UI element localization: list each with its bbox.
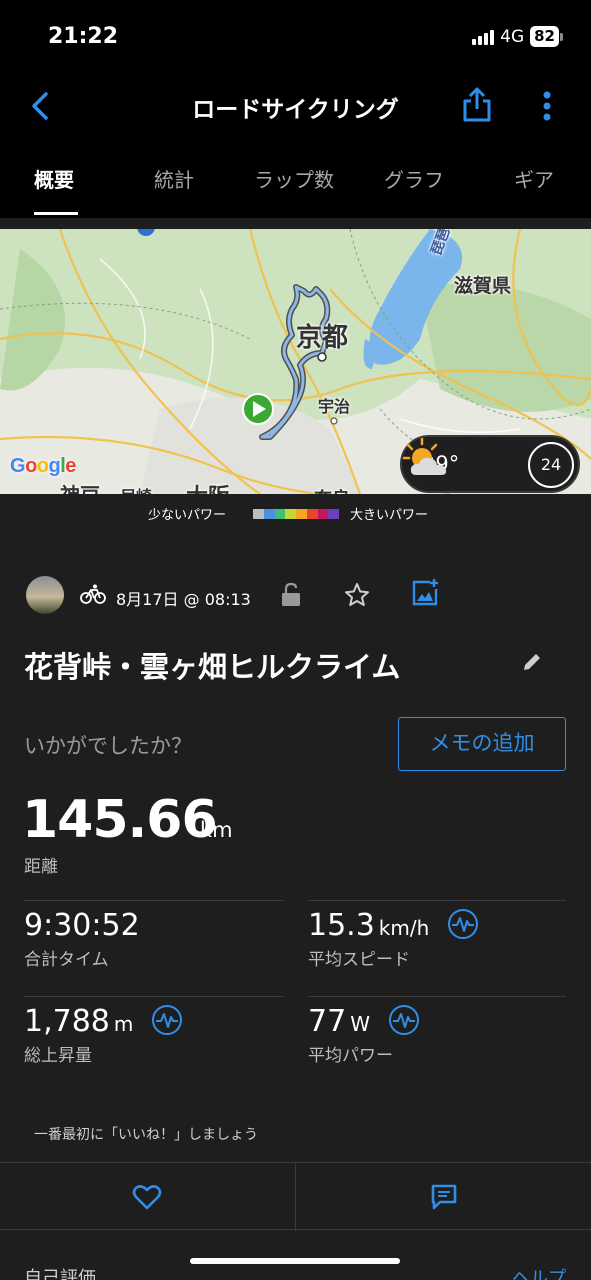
comment-icon[interactable] xyxy=(430,1183,458,1211)
tab-overview[interactable]: 概要 xyxy=(34,164,74,193)
google-logo: Google xyxy=(10,455,76,477)
divider xyxy=(24,996,284,997)
share-button[interactable] xyxy=(460,84,494,124)
stat-total-time: 9:30:52 合計タイム xyxy=(24,908,140,970)
map-label-kyoto: 京都 xyxy=(296,323,349,353)
avg-power-label: 平均パワー xyxy=(308,1046,393,1066)
page-title: ロードサイクリング xyxy=(192,97,399,123)
pencil-icon[interactable] xyxy=(520,650,544,674)
avatar[interactable] xyxy=(26,576,64,614)
map-label-uji: 宇治 xyxy=(318,397,351,416)
tab-graph[interactable]: グラフ xyxy=(384,164,444,193)
power-color-swatch xyxy=(317,509,329,519)
power-color-swatch xyxy=(285,509,296,519)
power-color-swatch xyxy=(263,509,275,519)
power-color-swatch xyxy=(253,509,264,519)
more-options-button[interactable] xyxy=(534,88,560,124)
self-evaluation-label: 自己評価 xyxy=(24,1268,96,1280)
network-type: 4G xyxy=(500,26,525,47)
avg-speed-label: 平均スピード xyxy=(308,950,410,970)
tab-bar: 概要 統計 ラップ数 グラフ ギア xyxy=(0,146,591,218)
power-color-swatch xyxy=(274,509,286,519)
power-color-swatch xyxy=(328,509,339,519)
map-label-kobe: 神戸 xyxy=(60,479,100,494)
pulse-chart-icon[interactable] xyxy=(388,1004,420,1036)
status-time: 21:22 xyxy=(48,24,119,49)
avg-speed-unit: km/h xyxy=(378,916,430,940)
avg-power-unit: W xyxy=(350,1012,370,1036)
route-map[interactable]: 京都 滋賀県 宇治 神戸 尼崎 大阪 奈良 琵琶 Google 29° 24 xyxy=(0,229,591,494)
ascent-unit: m xyxy=(113,1012,134,1036)
map-label-osaka: 大阪 xyxy=(186,479,230,494)
total-time-label: 合計タイム xyxy=(24,950,109,970)
distance-label: 距離 xyxy=(24,857,58,877)
power-legend: 少ないパワー 大きいパワー xyxy=(0,494,591,534)
pulse-chart-icon[interactable] xyxy=(151,1004,183,1036)
tab-gear[interactable]: ギア xyxy=(514,164,554,193)
power-color-scale xyxy=(253,509,339,519)
wind-speed-indicator: 24 xyxy=(528,442,574,488)
ascent-value: 1,788 xyxy=(24,1004,110,1039)
add-memo-button[interactable]: メモの追加 xyxy=(398,717,566,771)
battery-icon: 82 xyxy=(530,26,563,47)
power-color-swatch xyxy=(296,509,307,519)
tab-laps[interactable]: ラップ数 xyxy=(254,164,334,193)
distance-unit: km xyxy=(200,818,233,842)
pulse-chart-icon[interactable] xyxy=(447,908,479,940)
tab-stats[interactable]: 統計 xyxy=(154,164,194,193)
avg-speed-value: 15.3 xyxy=(308,908,375,943)
like-prompt: 一番最初に「いいね！」しましょう xyxy=(34,1127,258,1143)
weather-badge[interactable]: 29° 24 xyxy=(400,435,580,493)
status-bar: 21:22 4G 82 xyxy=(0,0,591,76)
power-color-swatch xyxy=(306,509,318,519)
divider xyxy=(295,1163,296,1231)
activity-title: 花背峠・雲ヶ畑ヒルクライム xyxy=(24,650,401,684)
activity-meta: 8月17日 @ 08:13 xyxy=(26,576,566,614)
feeling-prompt: いかがでしたか？ xyxy=(24,734,192,758)
active-tab-indicator xyxy=(34,212,78,215)
home-indicator xyxy=(190,1258,400,1264)
battery-level: 82 xyxy=(530,26,559,47)
divider xyxy=(24,900,284,901)
more-vertical-icon xyxy=(543,91,551,121)
signal-icon xyxy=(472,29,495,45)
lock-open-icon[interactable] xyxy=(280,582,302,608)
stat-ascent: 1,788 m 総上昇量 xyxy=(24,1004,183,1066)
add-photo-icon[interactable] xyxy=(410,578,440,608)
section-divider xyxy=(0,218,591,229)
share-icon xyxy=(463,87,491,122)
map-label-nara: 奈良 xyxy=(314,485,350,494)
partly-cloudy-sun-icon xyxy=(402,437,447,475)
activity-date: 8月17日 @ 08:13 xyxy=(116,590,251,609)
map-label-amagasaki: 尼崎 xyxy=(120,483,152,494)
divider xyxy=(308,900,566,901)
activity-summary: 8月17日 @ 08:13 花背峠・雲ヶ畑ヒルクライム いかがでしたか？ メモの… xyxy=(0,534,591,1280)
status-indicators: 4G 82 xyxy=(472,26,563,47)
bicycle-icon xyxy=(80,584,106,604)
nav-bar: ロードサイクリング xyxy=(0,76,591,136)
ascent-label: 総上昇量 xyxy=(24,1046,92,1066)
stat-avg-speed: 15.3 km/h 平均スピード xyxy=(308,908,479,970)
distance-value: 145.66 xyxy=(22,790,218,850)
total-time-value: 9:30:52 xyxy=(24,908,140,943)
star-icon[interactable] xyxy=(344,582,370,608)
legend-high-label: 大きいパワー xyxy=(350,508,429,523)
heart-icon[interactable] xyxy=(132,1183,162,1211)
social-action-bar xyxy=(0,1162,591,1231)
legend-low-label: 少ないパワー xyxy=(148,508,227,523)
avg-power-value: 77 xyxy=(308,1004,347,1039)
stat-avg-power: 77 W 平均パワー xyxy=(308,1004,420,1066)
help-link[interactable]: ヘルプ xyxy=(512,1264,566,1280)
divider xyxy=(308,996,566,997)
map-label-shiga: 滋賀県 xyxy=(454,275,512,297)
